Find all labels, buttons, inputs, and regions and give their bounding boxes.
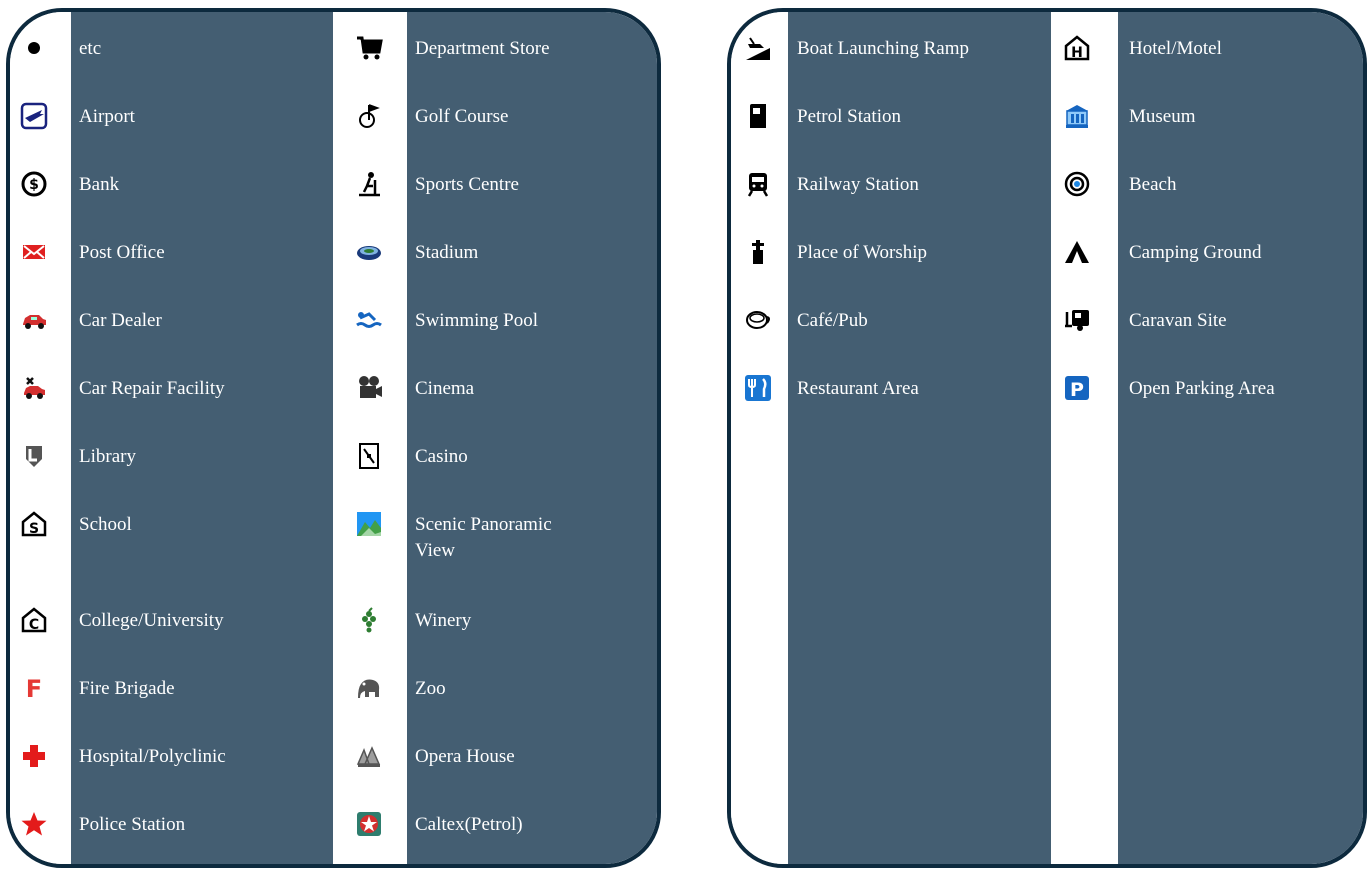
caltex-star-icon <box>355 810 383 838</box>
legend-label: Winery <box>415 610 472 631</box>
legend-label: Caravan Site <box>1129 310 1227 331</box>
legend-label: Zoo <box>415 678 446 699</box>
icon-strip <box>731 12 788 864</box>
legend-label: Petrol Station <box>797 106 901 127</box>
red-cross-icon <box>20 742 48 770</box>
fork-knife-icon <box>744 374 772 402</box>
legend-label: Boat Launching Ramp <box>797 38 970 59</box>
library-shield-icon <box>20 442 48 470</box>
envelope-icon <box>20 238 48 266</box>
svg-text:C: C <box>29 617 39 633</box>
legend-label: Scenic Panoramic View <box>415 514 552 561</box>
label-band <box>788 12 1051 864</box>
museum-building-icon <box>1063 102 1091 130</box>
label-band <box>407 12 657 864</box>
life-ring-icon <box>1063 170 1091 198</box>
shopping-cart-icon <box>355 34 383 62</box>
legend-label: Post Office <box>79 242 165 263</box>
parking-p-icon: P <box>1063 374 1091 402</box>
label-band <box>71 12 333 864</box>
icon-strip <box>333 12 407 864</box>
legend-label: Opera House <box>415 746 515 767</box>
svg-text:$: $ <box>29 177 39 193</box>
playing-card-icon <box>355 442 383 470</box>
airplane-icon <box>20 102 48 130</box>
legend-label: Fire Brigade <box>79 678 175 699</box>
legend-label: Golf Course <box>415 106 509 127</box>
icon-strip <box>10 12 71 864</box>
legend-label: Sports Centre <box>415 174 519 195</box>
legend-label: Caltex(Petrol) <box>415 814 523 835</box>
opera-house-icon <box>355 742 383 770</box>
legend-label: School <box>79 514 132 535</box>
stadium-icon <box>355 238 383 266</box>
legend-label: Swimming Pool <box>415 310 538 331</box>
sports-figure-icon <box>355 170 383 198</box>
boat-ramp-icon <box>744 34 772 62</box>
legend-label: Department Store <box>415 38 550 59</box>
train-icon <box>744 170 772 198</box>
legend-label: Cinema <box>415 378 475 399</box>
legend-label: Open Parking Area <box>1129 378 1275 399</box>
legend-label: Hotel/Motel <box>1129 38 1222 59</box>
golf-flag-icon <box>355 102 383 130</box>
legend-label: Railway Station <box>797 174 919 195</box>
legend-label: Camping Ground <box>1129 242 1262 263</box>
legend-label: Car Dealer <box>79 310 162 331</box>
swimmer-icon <box>355 306 383 334</box>
legend-label: Airport <box>79 106 135 127</box>
film-camera-icon <box>355 374 383 402</box>
dollar-coin-icon: $ <box>20 170 48 198</box>
icon-strip <box>1051 12 1118 864</box>
legend-label: Casino <box>415 446 468 467</box>
elephant-icon <box>355 674 383 702</box>
grapes-icon <box>355 606 383 634</box>
legend-label: College/University <box>79 610 224 631</box>
red-star-icon <box>20 810 48 838</box>
tent-icon <box>1063 238 1091 266</box>
legend-label: Restaurant Area <box>797 378 919 399</box>
car-repair-icon <box>20 374 48 402</box>
label-band <box>1118 12 1363 864</box>
bullet-dot-icon <box>20 34 48 62</box>
caravan-icon <box>1063 306 1091 334</box>
legend-label: Museum <box>1129 106 1196 127</box>
letter-f-icon: F <box>20 674 48 702</box>
legend-label: Library <box>79 446 136 467</box>
legend-label: Police Station <box>79 814 186 835</box>
college-house-c-icon: C <box>20 606 48 634</box>
svg-text:F: F <box>26 675 42 702</box>
red-car-icon <box>20 306 48 334</box>
legend-label: Hospital/Polyclinic <box>79 746 226 767</box>
legend-label: Bank <box>79 174 120 195</box>
legend-label: Car Repair Facility <box>79 378 225 399</box>
church-cross-icon <box>744 238 772 266</box>
legend-label: Café/Pub <box>797 310 868 331</box>
legend-label: Beach <box>1129 174 1177 195</box>
svg-text:S: S <box>29 521 39 537</box>
legend-label: Place of Worship <box>797 242 928 263</box>
legend-label: Stadium <box>415 242 479 263</box>
legend-label: etc <box>79 38 102 59</box>
fuel-pump-icon <box>744 102 772 130</box>
legend-panel-left: etc Airport $ Bank Post Office Car Dealer Car … <box>6 8 661 868</box>
school-house-s-icon: S <box>20 510 48 538</box>
legend-panel-right: Boat Launching Ramp Petrol Station Railway… <box>727 8 1367 868</box>
green-landscape-icon <box>355 510 383 538</box>
svg-text:P: P <box>1070 379 1084 401</box>
hotel-house-h-icon: H <box>1063 34 1091 62</box>
svg-text:H: H <box>1071 45 1083 61</box>
coffee-cup-icon <box>744 306 772 334</box>
